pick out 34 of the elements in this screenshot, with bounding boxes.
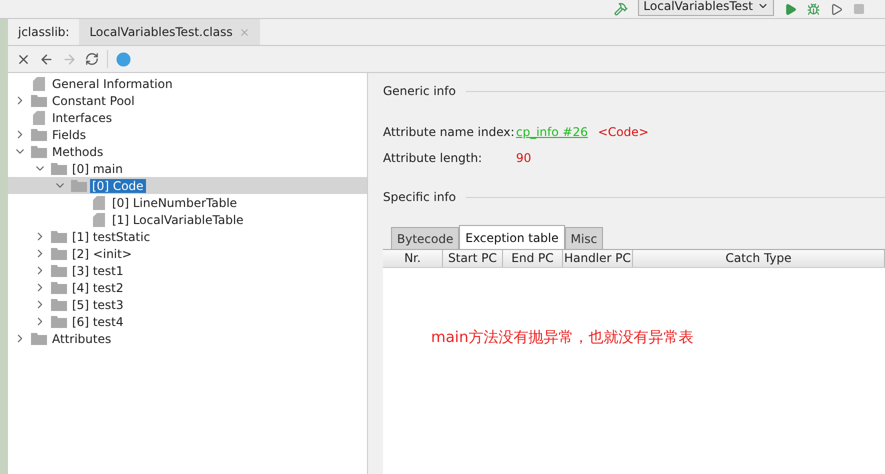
tree-item[interactable]: Constant Pool bbox=[50, 94, 137, 108]
tree-item[interactable]: Interfaces bbox=[50, 110, 114, 124]
annotation-text: main方法没有抛异常，也就没有异常表 bbox=[430, 327, 694, 347]
tab[interactable]: Exception table bbox=[459, 225, 565, 249]
column-header[interactable]: Start PC bbox=[443, 250, 503, 267]
tree-item[interactable]: Attributes bbox=[50, 332, 114, 346]
tree-item[interactable]: Methods bbox=[50, 144, 106, 158]
tab[interactable]: Bytecode bbox=[391, 227, 460, 249]
field-value: <Code> bbox=[598, 125, 649, 139]
tree-item[interactable]: [6] test4 bbox=[70, 314, 126, 328]
section-title: Generic info bbox=[383, 84, 456, 98]
run-configuration-dropdown[interactable]: LocalVariablesTest bbox=[638, 0, 774, 16]
tree-item[interactable]: Fields bbox=[50, 128, 88, 142]
section-title: Specific info bbox=[383, 190, 456, 204]
tree-item[interactable]: [0] main bbox=[70, 162, 125, 176]
tree-item[interactable]: [1] testStatic bbox=[70, 230, 152, 244]
field-label: Attribute length: bbox=[383, 151, 484, 165]
tree-item[interactable]: [0] LineNumberTable bbox=[110, 196, 240, 210]
tree-item[interactable]: [1] LocalVariableTable bbox=[110, 212, 246, 226]
tree-item[interactable]: [0] Code bbox=[90, 178, 146, 192]
column-header[interactable]: Catch Type bbox=[633, 250, 885, 267]
tree-item[interactable]: [2] <init> bbox=[70, 246, 134, 260]
editor-tab[interactable]: LocalVariablesTest.class bbox=[79, 19, 260, 45]
column-header[interactable]: Handler PC bbox=[563, 250, 633, 267]
tab[interactable]: Misc bbox=[564, 227, 604, 249]
column-header[interactable]: Nr. bbox=[383, 250, 443, 267]
tree-item[interactable]: [3] test1 bbox=[70, 264, 126, 278]
field-label: Attribute name index: bbox=[383, 125, 516, 139]
field-value: 90 bbox=[516, 151, 532, 165]
tab-caption: jclasslib: bbox=[16, 24, 70, 41]
tree-item[interactable]: General Information bbox=[50, 76, 175, 90]
tree-item[interactable]: [4] test2 bbox=[70, 280, 126, 294]
tree-item[interactable]: [5] test3 bbox=[70, 298, 126, 312]
column-header[interactable]: End PC bbox=[503, 250, 563, 267]
